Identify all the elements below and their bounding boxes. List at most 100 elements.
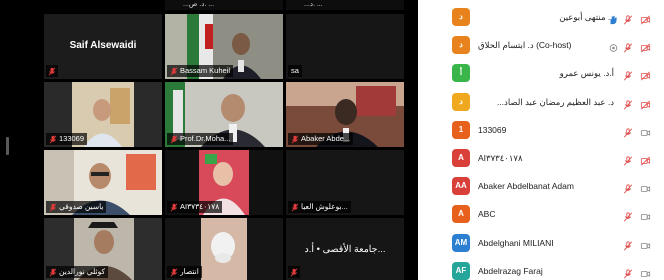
participant-name: Abaker Abde... (301, 134, 351, 143)
participant-row[interactable]: AF Abdelrazag Faraj (418, 258, 664, 280)
participant-avatar: AM (452, 233, 470, 252)
participant-name: د. عبد العظيم رمضان عبد الصاد... (496, 96, 614, 107)
participant-avatar: د (452, 8, 470, 26)
video-off-icon[interactable] (640, 12, 651, 25)
participant-name: Bassam Kuheil (180, 66, 231, 75)
mic-muted-icon (170, 202, 178, 212)
video-off-icon[interactable] (640, 40, 651, 53)
video-off-icon[interactable] (640, 153, 651, 166)
mic-muted-icon[interactable] (623, 125, 633, 138)
participant-row[interactable]: أ أ.د. يونس عمرو (418, 60, 664, 86)
video-on-icon[interactable] (640, 181, 651, 193)
mic-muted-icon (291, 202, 299, 212)
participant-avatar: 1 (452, 120, 470, 139)
mic-muted-icon (170, 66, 178, 76)
participant-label: Abaker Abde... (288, 133, 354, 145)
participant-row[interactable]: د د. منتهى أبوعين (418, 4, 664, 30)
video-tile[interactable]: بوعلوش العيا... (286, 150, 404, 215)
participant-name: Abdelrazag Faraj (478, 265, 543, 276)
video-on-icon[interactable] (640, 125, 651, 136)
participant-name: أ.د. يونس عمرو (559, 68, 614, 79)
participant-label: ياسين صدوقي (46, 201, 107, 213)
video-tile[interactable]: كوثلي نورالدين (44, 218, 162, 280)
video-off-icon[interactable] (640, 68, 651, 81)
mic-muted-icon[interactable] (623, 97, 633, 110)
participant-name: بوعلوش العيا... (301, 202, 348, 211)
video-tile[interactable]: Prof.Dr.Moha... (165, 82, 283, 147)
mic-muted-icon (170, 267, 178, 277)
participant-name: ABC (478, 209, 496, 220)
participant-name: كوثلي نورالدين (59, 267, 106, 276)
participant-name: Prof.Dr.Moha... (180, 134, 231, 143)
participant-avatar: AF (452, 261, 470, 280)
video-gallery: ...د. ص. ... ...د. ... Saif Alsewaidi Ba… (0, 0, 418, 280)
mic-muted-icon (290, 267, 298, 277)
participant-name: 133069 (59, 134, 85, 143)
mic-muted-icon[interactable] (623, 153, 633, 166)
participant-label: كوثلي نورالدين (46, 266, 109, 278)
participant-name: انتصار (180, 267, 199, 276)
video-tile[interactable]: ياسين صدوقي (44, 150, 162, 215)
video-tile[interactable]: ...د. ... (286, 0, 404, 10)
participant-label: انتصار (167, 266, 202, 278)
mic-muted-icon[interactable] (623, 68, 633, 81)
mic-muted-icon (291, 134, 299, 144)
participant-label: 133069 (46, 133, 88, 145)
participant-row[interactable]: AM Abdelghani MILIANI (418, 230, 664, 256)
raised-hand-icon (608, 12, 618, 25)
participant-label: Prof.Dr.Moha... (167, 133, 234, 145)
video-on-icon[interactable] (640, 238, 651, 249)
participant-row[interactable]: د د. عبد العظيم رمضان عبد الصاد... (418, 89, 664, 115)
participant-row[interactable]: A AI۳۷۳٤٠١٧٨ (418, 145, 664, 171)
participants-panel: د د. منتهى أبوعين د د. ابتسام الحلاق (Co-ho… (418, 0, 664, 280)
video-on-icon[interactable] (640, 209, 651, 221)
participant-avatar: A (452, 205, 470, 224)
screen-share-icon (608, 40, 618, 52)
video-tile[interactable]: AI۳۷۳٤٠١٧٨ (165, 150, 283, 215)
participant-name: د. منتهى أبوعين (559, 12, 614, 22)
participant-avatar: أ (452, 64, 470, 83)
video-tile[interactable]: ...د. ص. ... (165, 0, 283, 10)
mic-muted-icon[interactable] (623, 181, 633, 194)
participant-name-center: جامعة الأقصى • أ.د... (304, 244, 386, 255)
participant-avatar: A (452, 149, 470, 167)
participant-row[interactable]: 1 133069 (418, 117, 664, 143)
participant-row[interactable]: A ABC (418, 201, 664, 227)
participant-label: AI۳۷۳٤٠١٧٨ (167, 201, 223, 213)
zoom-meeting-window: ...د. ص. ... ...د. ... Saif Alsewaidi Ba… (0, 0, 664, 280)
participant-name-label: ...د. ص. ... (165, 0, 283, 10)
participant-row[interactable]: AA Abaker Abdelbanat Adam (418, 173, 664, 199)
mic-muted-icon (170, 134, 178, 144)
participant-name: AI۳۷۳٤٠١٧٨ (180, 202, 220, 211)
mic-muted-icon (48, 66, 56, 76)
mic-muted-icon[interactable] (623, 209, 633, 222)
video-tile[interactable]: Saif Alsewaidi (44, 14, 162, 79)
video-tile[interactable]: جامعة الأقصى • أ.د... (286, 218, 404, 280)
video-tile[interactable]: sa (286, 14, 404, 79)
video-tile[interactable]: Abaker Abde... (286, 82, 404, 147)
participant-name-center: Saif Alsewaidi (69, 40, 137, 51)
participant-label: بوعلوش العيا... (288, 201, 351, 213)
mic-muted-icon[interactable] (623, 238, 633, 251)
participant-avatar: د (452, 92, 470, 111)
participant-avatar: AA (452, 177, 470, 196)
video-on-icon[interactable] (640, 266, 651, 277)
mic-muted-icon[interactable] (623, 266, 633, 279)
mic-muted-icon (49, 202, 57, 212)
participant-name: Abaker Abdelbanat Adam (478, 181, 574, 192)
participant-row[interactable]: د د. ابتسام الحلاق (Co-host) (418, 32, 664, 58)
mic-muted-icon (49, 134, 57, 144)
mic-muted-icon[interactable] (623, 40, 633, 53)
participant-label: Bassam Kuheil (167, 65, 234, 77)
participant-label: sa (288, 65, 302, 77)
participant-name: sa (291, 66, 299, 75)
participant-label (46, 65, 58, 77)
video-tile[interactable]: Bassam Kuheil (165, 14, 283, 79)
mic-muted-icon[interactable] (623, 12, 633, 25)
video-tile[interactable]: 133069 (44, 82, 162, 147)
video-off-icon[interactable] (640, 97, 651, 110)
participant-name: ياسين صدوقي (59, 202, 104, 211)
video-tile[interactable]: انتصار (165, 218, 283, 280)
gallery-resize-handle[interactable] (6, 137, 9, 155)
mic-muted-icon (49, 267, 57, 277)
